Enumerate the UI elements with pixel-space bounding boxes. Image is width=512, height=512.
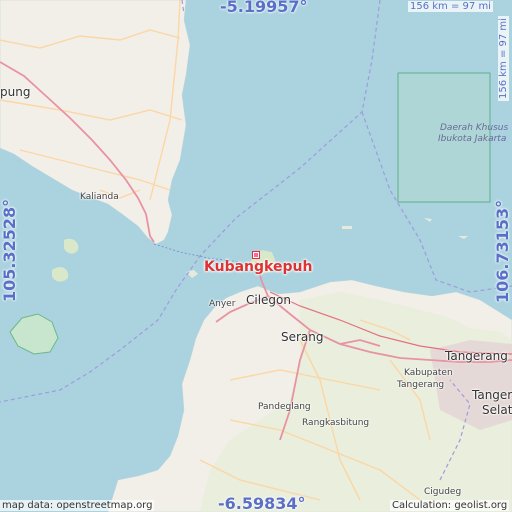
map-view[interactable]: pung Kalianda Anyer Cilegon Serang Tange… (0, 0, 512, 512)
place-serang[interactable]: Serang (281, 330, 324, 344)
lat-bottom-label: -6.59834° (218, 494, 306, 512)
place-pandeglang[interactable]: Pandeglang (258, 402, 311, 412)
focus-place-label[interactable]: Kubangkepuh (204, 259, 312, 275)
location-marker-icon[interactable] (252, 251, 260, 259)
place-tangerang-selatan-line2[interactable]: Selat (482, 403, 512, 417)
place-tangerang-selatan-line1[interactable]: Tanger (472, 388, 512, 402)
scale-right: 156 km = 97 mi (498, 16, 509, 101)
place-tangerang[interactable]: Tangerang (445, 349, 508, 363)
lat-top-label: -5.19957° (220, 0, 308, 16)
place-kalianda[interactable]: Kalianda (80, 192, 119, 202)
place-kabupaten-tangerang-line2[interactable]: Tangerang (397, 380, 444, 390)
small-island-3 (342, 226, 352, 229)
place-cigudeg[interactable]: Cigudeg (424, 487, 461, 497)
place-jakarta-line2[interactable]: Ibukota Jakarta (438, 134, 506, 144)
place-kabupaten-tangerang-line1[interactable]: Kabupaten (404, 368, 453, 378)
calculation-credit[interactable]: Calculation: geolist.org (390, 500, 510, 511)
lon-right-label: 106.73153° (493, 199, 512, 303)
map-data-credit[interactable]: map data: openstreetmap.org (0, 500, 155, 511)
place-lampung[interactable]: pung (0, 85, 30, 99)
lon-left-label: 105.32528° (0, 198, 19, 302)
place-rangkasbitung[interactable]: Rangkasbitung (302, 418, 369, 428)
place-jakarta-line1[interactable]: Daerah Khusus (440, 123, 508, 133)
scale-top: 156 km = 97 mi (408, 1, 493, 12)
place-cilegon[interactable]: Cilegon (246, 293, 291, 307)
place-anyer[interactable]: Anyer (209, 299, 235, 309)
